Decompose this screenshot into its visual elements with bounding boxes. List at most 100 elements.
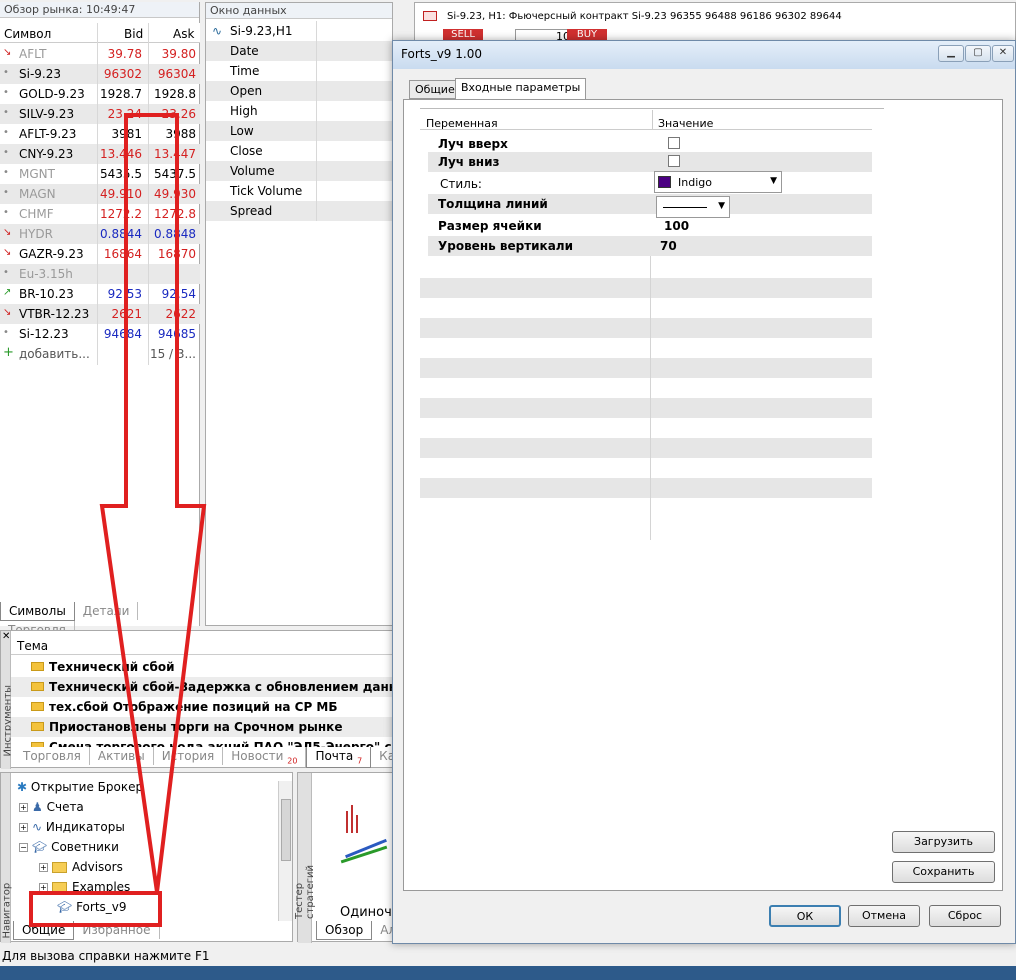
symbol-name: GAZR-9.23 xyxy=(19,247,84,261)
data-field-row: Low xyxy=(206,121,394,141)
symbol-row[interactable]: ↘ VTBR-12.23 2621 2622 xyxy=(0,304,200,324)
mail-subject: Технический сбой xyxy=(49,660,175,674)
trend-icon: • xyxy=(3,207,9,218)
symbol-row[interactable]: ↘ HYDR 0.8844 0.8848 xyxy=(0,224,200,244)
symbol-row[interactable]: ↗ BR-10.23 92.53 92.54 xyxy=(0,284,200,304)
symbol-row[interactable]: ↘ GAZR-9.23 16864 16870 xyxy=(0,244,200,264)
symbol-row[interactable]: • Si-9.23 96302 96304 xyxy=(0,64,200,84)
ask-price: 2622 xyxy=(165,307,196,321)
symbol-row[interactable]: • SILV-9.23 23.24 23.26 xyxy=(0,104,200,124)
scroll-thumb[interactable] xyxy=(281,799,291,861)
toolbox-tabs: ТорговляАктивыИсторияНовости 20Почта 7Ка… xyxy=(15,747,447,769)
broker-icon: ✱ xyxy=(17,780,28,794)
tab-input-params[interactable]: Входные параметры xyxy=(455,78,587,99)
bid-price: 16864 xyxy=(103,247,142,261)
bid-price: 3981 xyxy=(111,127,142,141)
param-row-ray-down[interactable]: Луч вниз xyxy=(428,152,872,172)
mail-item[interactable]: Технический сбой-Задержка с обновлением … xyxy=(11,677,396,697)
symbol-row[interactable]: • Eu-3.15h xyxy=(0,264,200,284)
column-subject[interactable]: Тема xyxy=(11,633,396,655)
column-symbol[interactable]: Символ xyxy=(4,27,51,41)
expert-properties-dialog: Forts_v9 1.00 ▁ ▢ ✕ Общие Входные параме… xyxy=(392,40,1016,944)
close-icon[interactable]: ✕ xyxy=(2,631,10,642)
mail-item[interactable]: Приостановлены торги на Срочном рынке xyxy=(11,717,396,737)
tree-item-indicators[interactable]: + ∿ Индикаторы xyxy=(19,820,125,834)
tab-common[interactable]: Общие xyxy=(13,921,75,940)
column-variable[interactable]: Переменная xyxy=(426,117,498,130)
navigator-scrollbar[interactable] xyxy=(278,781,292,921)
symbol-row[interactable]: • Si-12.23 94684 94685 xyxy=(0,324,200,344)
ask-price: 1928.8 xyxy=(154,87,196,101)
bid-price: 13.446 xyxy=(100,147,142,161)
tab-general[interactable]: Общие xyxy=(409,80,461,99)
ask-price: 96304 xyxy=(157,67,196,81)
tab-trade[interactable]: Торговля xyxy=(15,747,90,765)
chart-window[interactable]: Si-9.23, H1: Фьючерсный контракт Si-9.23… xyxy=(414,2,1016,43)
cell-size-value[interactable]: 100 xyxy=(664,219,689,233)
vertical-level-value[interactable]: 70 xyxy=(660,239,677,253)
ask-price: 94685 xyxy=(157,327,196,341)
empty-param-row xyxy=(420,338,872,358)
indicators-icon: ∿ xyxy=(32,820,43,834)
color-select[interactable]: Indigo ▼ xyxy=(654,171,782,193)
tree-item-experts[interactable]: − 🎓︎ Советники xyxy=(19,840,119,854)
tab-news[interactable]: Новости 20 xyxy=(223,747,307,768)
tree-item-examples[interactable]: + Examples xyxy=(39,880,130,894)
folder-icon xyxy=(52,882,67,893)
dialog-title-bar[interactable]: Forts_v9 1.00 xyxy=(393,41,1015,69)
param-row-vertical-level[interactable]: Уровень вертикали 70 xyxy=(428,236,872,256)
tree-root-broker[interactable]: ✱ Открытие Брокер xyxy=(17,780,143,794)
column-bid[interactable]: Bid xyxy=(124,27,143,41)
cancel-button[interactable]: Отмена xyxy=(848,905,920,927)
symbol-row[interactable]: • CNY-9.23 13.446 13.447 xyxy=(0,144,200,164)
tab-history[interactable]: История xyxy=(154,747,224,765)
chart-window-icon xyxy=(423,11,437,21)
param-row-style[interactable]: Стиль: Indigo ▼ xyxy=(428,171,872,194)
add-symbol-row[interactable]: + добавить... 15 / 3... xyxy=(0,344,200,364)
column-value[interactable]: Значение xyxy=(658,117,713,130)
tree-item-accounts[interactable]: + ♟ Счета xyxy=(19,800,84,814)
param-row-line-width[interactable]: Толщина линий ▼ xyxy=(428,194,872,218)
symbol-row[interactable]: ↘ AFLT 39.78 39.80 xyxy=(0,44,200,64)
ok-button[interactable]: ОК xyxy=(769,905,841,927)
symbol-row[interactable]: • MAGN 49.910 49.930 xyxy=(0,184,200,204)
param-row-ray-up[interactable]: Луч вверх xyxy=(428,134,872,154)
param-row-cell-size[interactable]: Размер ячейки 100 xyxy=(428,216,872,236)
line-width-select[interactable]: ▼ xyxy=(656,196,730,218)
tab-favorites[interactable]: Избранное xyxy=(74,921,160,939)
symbol-row[interactable]: • AFLT-9.23 3981 3988 xyxy=(0,124,200,144)
symbol-name: Eu-3.15h xyxy=(19,267,73,281)
mail-item[interactable]: Технический сбой xyxy=(11,657,396,677)
tab-overview[interactable]: Обзор xyxy=(316,921,373,940)
data-field-label: Volume xyxy=(230,164,275,178)
save-button[interactable]: Сохранить xyxy=(892,861,995,883)
ray-down-checkbox[interactable] xyxy=(668,155,680,167)
maximize-icon[interactable]: ▢ xyxy=(965,45,991,62)
symbol-row[interactable]: • GOLD-9.23 1928.7 1928.8 xyxy=(0,84,200,104)
trend-icon: ↘ xyxy=(3,307,12,318)
symbol-name: MGNT xyxy=(19,167,55,181)
graduation-cap-icon: 🎓︎ xyxy=(32,840,48,854)
tree-item-advisors[interactable]: + Advisors xyxy=(39,860,123,874)
reset-button[interactable]: Сброс xyxy=(929,905,1001,927)
bid-price: 49.910 xyxy=(100,187,142,201)
trend-icon: ↘ xyxy=(3,247,12,258)
empty-param-row xyxy=(420,418,872,438)
load-button[interactable]: Загрузить xyxy=(892,831,995,853)
trend-icon: • xyxy=(3,167,9,178)
tree-item-forts-v9[interactable]: 🎓︎ Forts_v9 xyxy=(57,900,127,914)
envelope-icon xyxy=(31,722,44,731)
close-icon[interactable]: ✕ xyxy=(992,45,1014,62)
ray-up-checkbox[interactable] xyxy=(668,137,680,149)
tab-mail[interactable]: Почта 7 xyxy=(306,747,372,769)
column-ask[interactable]: Ask xyxy=(173,27,194,41)
symbol-row[interactable]: • MGNT 5435.5 5437.5 xyxy=(0,164,200,184)
tab-symbols[interactable]: Символы xyxy=(0,602,75,621)
minimize-icon[interactable]: ▁ xyxy=(938,45,964,62)
tab-details[interactable]: Детали xyxy=(75,602,139,620)
mail-item[interactable]: Смена торгового кода акций ПАО "ЭЛ5-Энер… xyxy=(11,737,396,747)
symbol-row[interactable]: • CHMF 1272.2 1272.8 xyxy=(0,204,200,224)
tab-assets[interactable]: Активы xyxy=(90,747,154,765)
data-field-label: Low xyxy=(230,124,254,138)
mail-item[interactable]: тех.сбой Отображение позиций на СР МБ xyxy=(11,697,396,717)
